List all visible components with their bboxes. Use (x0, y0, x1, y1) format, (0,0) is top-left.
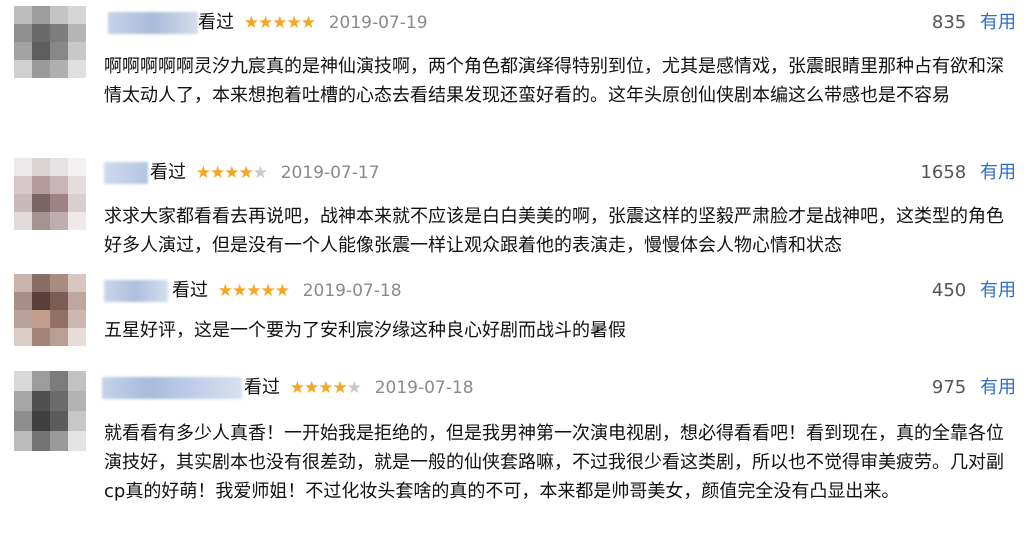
avatar[interactable] (14, 158, 86, 230)
review-item: 看过 ★★★★★ 2019-07-19 835 有用 啊啊啊啊啊灵汐九宸真的是神… (0, 0, 1024, 150)
rating-stars: ★★★★★ (195, 163, 268, 183)
review-item: 看过 ★★★★★ 2019-07-17 1658 有用 求求大家都看看去再说吧，… (0, 150, 1024, 268)
useful-button[interactable]: 有用 (980, 12, 1016, 33)
useful-vote: 1658 有用 (920, 162, 1016, 184)
star-filled-icon: ★ (224, 163, 239, 183)
watch-status: 看过 (172, 280, 208, 301)
review-meta: 看过 ★★★★★ 2019-07-18 (172, 280, 402, 302)
useful-button[interactable]: 有用 (980, 162, 1016, 183)
username[interactable] (108, 12, 198, 34)
star-filled-icon: ★ (300, 13, 316, 33)
useful-vote: 975 有用 (932, 377, 1016, 399)
useful-count: 1658 (920, 162, 967, 183)
star-filled-icon: ★ (286, 13, 301, 33)
star-empty-icon: ★ (346, 378, 362, 398)
review-text: 就看看有多少人真香！一开始我是拒绝的，但是我男神第一次演电视剧，想必得看看吧！看… (104, 423, 1004, 502)
star-filled-icon: ★ (243, 13, 259, 33)
review-text: 五星好评，这是一个要为了安利宸汐缘这种良心好剧而战斗的暑假 (104, 320, 626, 341)
star-filled-icon: ★ (332, 378, 347, 398)
review-text: 啊啊啊啊啊灵汐九宸真的是神仙演技啊，两个角色都演绎得特别到位，尤其是感情戏，张震… (104, 56, 1004, 106)
useful-count: 450 (931, 280, 967, 301)
review-item: 看过 ★★★★★ 2019-07-18 450 有用 五星好评，这是一个要为了安… (0, 268, 1024, 363)
star-filled-icon: ★ (272, 13, 287, 33)
star-filled-icon: ★ (209, 163, 225, 183)
rating-stars: ★★★★★ (243, 13, 316, 33)
star-empty-icon: ★ (252, 163, 268, 183)
avatar[interactable] (14, 371, 86, 451)
username[interactable] (104, 162, 148, 184)
rating-stars: ★★★★★ (217, 281, 290, 301)
review-date: 2019-07-19 (328, 13, 428, 33)
star-filled-icon: ★ (303, 378, 319, 398)
useful-vote: 835 有用 (932, 12, 1016, 34)
avatar[interactable] (14, 6, 86, 78)
useful-count: 975 (931, 377, 967, 398)
watch-status: 看过 (150, 162, 186, 183)
useful-vote: 450 有用 (932, 280, 1016, 302)
star-filled-icon: ★ (246, 281, 261, 301)
review-item: 看过 ★★★★★ 2019-07-18 975 有用 就看看有多少人真香！一开始… (0, 363, 1024, 547)
useful-count: 835 (931, 12, 967, 33)
star-filled-icon: ★ (195, 163, 211, 183)
review-date: 2019-07-18 (302, 281, 402, 301)
review-date: 2019-07-18 (374, 378, 474, 398)
star-filled-icon: ★ (260, 281, 275, 301)
star-filled-icon: ★ (274, 281, 290, 301)
review-meta: 看过 ★★★★★ 2019-07-18 (244, 377, 474, 399)
review-text: 求求大家都看看去再说吧，战神本来就不应该是白白美美的啊，张震这样的坚毅严肃脸才是… (104, 206, 1004, 256)
watch-status: 看过 (244, 377, 280, 398)
review-date: 2019-07-17 (280, 163, 380, 183)
useful-button[interactable]: 有用 (980, 280, 1016, 301)
review-meta: 看过 ★★★★★ 2019-07-17 (150, 162, 380, 184)
review-list: 看过 ★★★★★ 2019-07-19 835 有用 啊啊啊啊啊灵汐九宸真的是神… (0, 0, 1024, 547)
username[interactable] (104, 280, 168, 302)
star-filled-icon: ★ (238, 163, 253, 183)
review-meta: 看过 ★★★★★ 2019-07-19 (198, 12, 428, 34)
useful-button[interactable]: 有用 (980, 377, 1016, 398)
star-filled-icon: ★ (318, 378, 333, 398)
username[interactable] (102, 377, 242, 399)
star-filled-icon: ★ (257, 13, 273, 33)
star-filled-icon: ★ (231, 281, 247, 301)
rating-stars: ★★★★★ (289, 378, 362, 398)
avatar[interactable] (14, 274, 86, 346)
star-filled-icon: ★ (217, 281, 233, 301)
star-filled-icon: ★ (289, 378, 305, 398)
watch-status: 看过 (198, 12, 234, 33)
